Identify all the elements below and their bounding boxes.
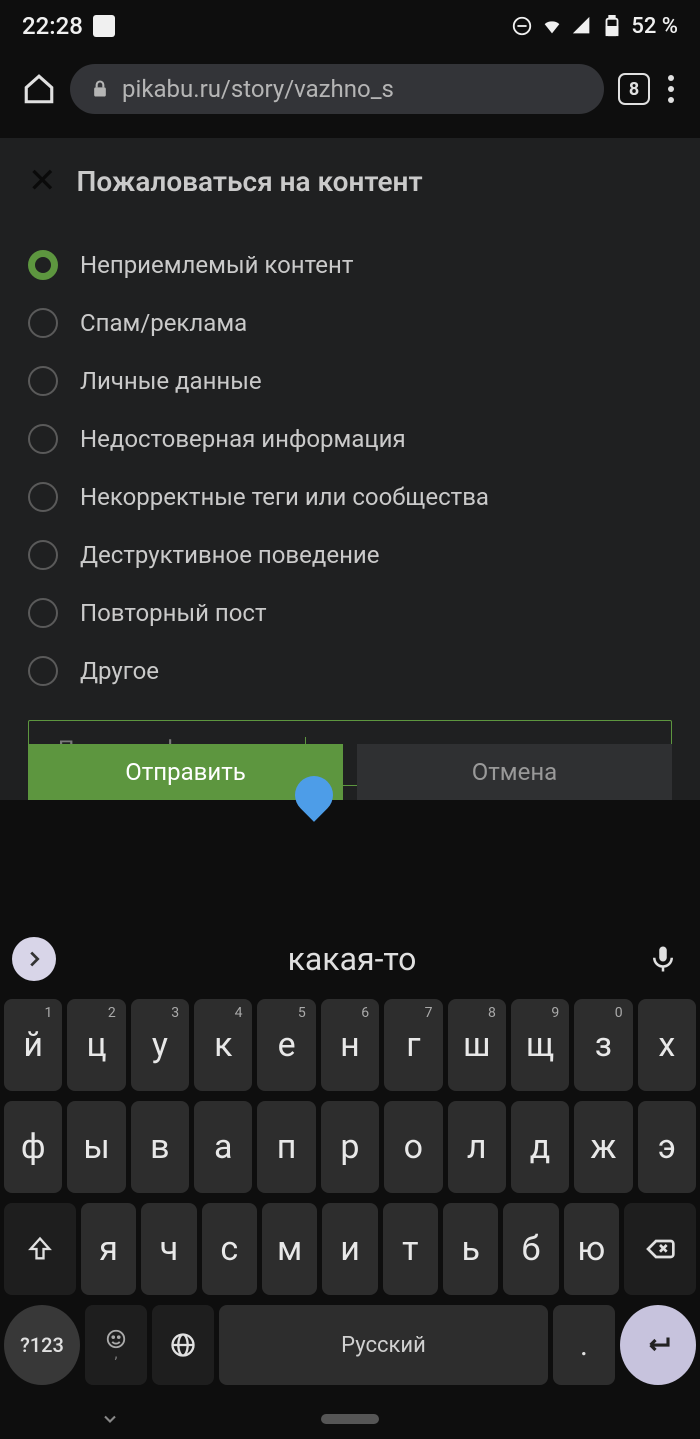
emoji-key[interactable]: , [85,1305,147,1385]
option-misinformation[interactable]: Недостоверная информация [28,410,672,468]
key-ь[interactable]: ь [443,1203,498,1295]
key-з[interactable]: з0 [574,999,632,1091]
key-ю[interactable]: ю [564,1203,619,1295]
cancel-button[interactable]: Отмена [357,744,672,800]
lock-icon [90,79,110,99]
option-inappropriate[interactable]: Неприемлемый контент [28,236,672,294]
url-bar[interactable]: pikabu.ru/story/vazhno_s [70,64,604,114]
radio-icon [28,656,58,686]
key-п[interactable]: п [257,1101,315,1193]
home-icon[interactable] [22,72,56,106]
wifi-icon [541,15,563,37]
option-tags[interactable]: Некорректные теги или сообщества [28,468,672,526]
key-ы[interactable]: ы [67,1101,125,1193]
suggestion-word[interactable]: какая-то [68,940,636,978]
option-spam[interactable]: Спам/реклама [28,294,672,352]
menu-button[interactable] [664,71,678,107]
key-ш[interactable]: ш8 [448,999,506,1091]
button-row: Порнография какая-то Отправить Отмена [0,728,700,800]
key-щ[interactable]: щ9 [511,999,569,1091]
key-с[interactable]: с [202,1203,257,1295]
key-в[interactable]: в [131,1101,189,1193]
expand-button[interactable] [12,937,56,981]
status-bar: 22:28 52 % [0,0,700,48]
key-к[interactable]: к4 [194,999,252,1091]
key-ц[interactable]: ц2 [67,999,125,1091]
key-б[interactable]: б [503,1203,558,1295]
key-ф[interactable]: ф [4,1101,62,1193]
url-text: pikabu.ru/story/vazhno_s [122,75,394,103]
key-р[interactable]: р [321,1101,379,1193]
close-icon[interactable]: ✕ [28,164,57,198]
report-options: Неприемлемый контент Спам/реклама Личные… [0,224,700,728]
language-key[interactable] [152,1305,214,1385]
key-а[interactable]: а [194,1101,252,1193]
key-ч[interactable]: ч [141,1203,196,1295]
key-о[interactable]: о [384,1101,442,1193]
keyboard: какая-то й1ц2у3к4е5н6г7ш8щ9з0х фывапролд… [0,923,700,1439]
key-я[interactable]: я [81,1203,136,1295]
radio-selected-icon [28,250,58,280]
period-key[interactable]: . [553,1305,615,1385]
key-и[interactable]: и [322,1203,377,1295]
suggestion-bar: какая-то [0,923,700,995]
key-д[interactable]: д [511,1101,569,1193]
report-modal: ✕ Пожаловаться на контент Неприемлемый к… [0,138,700,800]
key-е[interactable]: е5 [257,999,315,1091]
radio-icon [28,598,58,628]
radio-icon [28,366,58,396]
notification-icon [93,15,115,37]
radio-icon [28,482,58,512]
mic-icon[interactable] [648,944,678,974]
radio-icon [28,424,58,454]
status-time: 22:28 [22,12,83,40]
key-у[interactable]: у3 [131,999,189,1091]
modal-title: Пожаловаться на контент [77,165,423,198]
dnd-icon [511,15,533,37]
radio-icon [28,540,58,570]
key-ж[interactable]: ж [574,1101,632,1193]
key-й[interactable]: й1 [4,999,62,1091]
nav-home-pill[interactable] [321,1414,379,1424]
nav-bar [0,1395,700,1439]
key-э[interactable]: э [638,1101,696,1193]
key-х[interactable]: х [638,999,696,1091]
option-behavior[interactable]: Деструктивное поведение [28,526,672,584]
key-г[interactable]: г7 [384,999,442,1091]
radio-icon [28,308,58,338]
space-key[interactable]: Русский [219,1305,548,1385]
key-м[interactable]: м [262,1203,317,1295]
enter-key[interactable] [620,1305,696,1385]
option-repost[interactable]: Повторный пост [28,584,672,642]
tab-count-button[interactable]: 8 [618,73,650,105]
backspace-key[interactable] [624,1203,696,1295]
battery-icon [601,15,623,37]
key-т[interactable]: т [383,1203,438,1295]
shift-key[interactable] [4,1203,76,1295]
key-н[interactable]: н6 [321,999,379,1091]
option-other[interactable]: Другое [28,642,672,700]
numeric-key[interactable]: ?123 [4,1305,80,1385]
option-personal[interactable]: Личные данные [28,352,672,410]
signal-icon [571,15,593,37]
nav-collapse-icon[interactable] [100,1409,120,1429]
key-л[interactable]: л [448,1101,506,1193]
battery-percent: 52 % [631,14,678,39]
browser-bar: pikabu.ru/story/vazhno_s 8 [0,48,700,136]
